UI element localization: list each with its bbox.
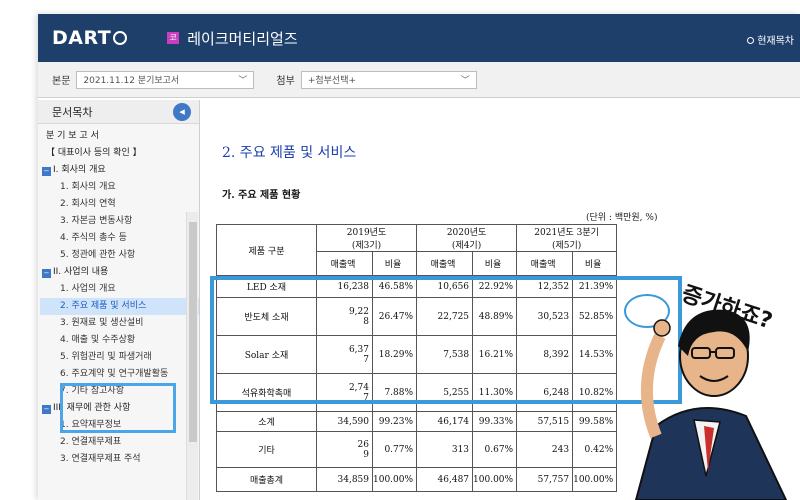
toc-item[interactable]: 1. 사업의 개요: [40, 281, 199, 298]
product-name-cell: 매출총계: [216, 467, 317, 492]
current-toc-link[interactable]: 현재목차: [747, 32, 794, 47]
toc-item[interactable]: 2. 주요 제품 및 서비스: [40, 298, 199, 315]
collapse-icon[interactable]: −: [42, 405, 51, 414]
ratio-header: 비율: [472, 251, 518, 276]
dart-logo-icon: [113, 31, 128, 45]
sales-header: 매출액: [316, 251, 373, 276]
section-title: 2. 주요 제품 및 서비스: [222, 145, 357, 161]
sales-cell: 26 9: [316, 431, 373, 468]
main-doc-select[interactable]: 2021.11.12 분기보고서 ﹀: [76, 70, 255, 89]
sales-cell: 46,174: [416, 411, 474, 432]
sales-cell: 57,515: [516, 411, 574, 432]
toc-item[interactable]: 2. 연결재무제표: [40, 434, 199, 451]
unit-note: (단위 : 백만원, %): [586, 213, 658, 223]
product-name-cell: 기타: [216, 431, 317, 468]
ratio-header: 비율: [371, 251, 418, 276]
toc-item[interactable]: 5. 위험관리 및 파생거래: [40, 349, 199, 366]
sales-cell: 34,590: [316, 411, 373, 432]
sales-cell: 46,487: [416, 467, 474, 492]
attach-label: 첨부: [276, 76, 295, 87]
chevron-down-icon: ﹀: [238, 76, 248, 86]
company-badge-icon: 코: [167, 32, 180, 44]
col-product-header: 제품 구분: [216, 224, 317, 276]
subsection-title: 가. 주요 제품 현황: [222, 190, 301, 201]
ratio-cell: 0.67%: [472, 431, 518, 468]
collapse-icon[interactable]: −: [42, 167, 51, 176]
sales-cell: 57,757: [516, 467, 574, 492]
collapse-sidebar-button[interactable]: ◂: [173, 102, 191, 121]
ratio-header: 비율: [572, 251, 618, 276]
period-header: 2020년도 (제4기): [416, 224, 518, 252]
period-header: 2019년도 (제3기): [315, 224, 418, 252]
sales-header: 매출액: [516, 251, 574, 276]
sales-cell: 313: [416, 431, 474, 468]
toc-item[interactable]: 4. 주식의 총수 등: [40, 230, 199, 247]
company-name: 레이크머티리얼즈: [187, 29, 298, 48]
toolbar: 본문 2021.11.12 분기보고서 ﹀ 첨부 +첨부선택+ ﹀: [38, 62, 800, 98]
toc-item[interactable]: − I. 회사의 개요: [40, 162, 199, 179]
collapse-icon[interactable]: −: [42, 269, 51, 278]
toc-item[interactable]: 3. 원재료 및 생산설비: [40, 315, 199, 332]
toc-item[interactable]: 3. 연결재무제표 주석: [40, 451, 199, 468]
toc-item[interactable]: 3. 자본금 변동사항: [40, 213, 199, 230]
toc-item[interactable]: 1. 회사의 개요: [40, 179, 199, 196]
toc-sidebar: 문서목차 ◂ 분 기 보 고 서 【 대표이사 등의 확인 】 − I. 회사의 개요…: [38, 100, 200, 500]
scrollbar-thumb[interactable]: [189, 222, 197, 442]
header-bar: DART 코 레이크머티리얼즈 현재목차: [38, 14, 800, 62]
toc-item[interactable]: 6. 주요계약 및 연구개발활동: [40, 366, 199, 383]
ratio-cell: 0.77%: [371, 431, 418, 468]
ratio-cell: 99.23%: [371, 411, 418, 432]
ratio-cell: 100.00%: [371, 467, 418, 492]
sales-header: 매출액: [416, 251, 474, 276]
toc-header: 문서목차 ◂: [38, 100, 199, 124]
toc-item[interactable]: 분 기 보 고 서: [40, 128, 199, 145]
toc-item[interactable]: 5. 정관에 관한 사항: [40, 247, 199, 264]
highlight-box: [60, 383, 176, 433]
toc-item[interactable]: 【 대표이사 등의 확인 】: [40, 145, 199, 162]
main-doc-label: 본문: [52, 76, 71, 87]
chevron-down-icon: ﹀: [460, 76, 470, 86]
product-name-cell: 소계: [216, 411, 317, 432]
sales-cell: 34,859: [316, 467, 373, 492]
toc-item[interactable]: 4. 매출 및 수주상황: [40, 332, 199, 349]
radio-icon: [747, 37, 755, 44]
table-row: 매출총계 34,859 100.00% 46,487 100.00% 57,757 100.…: [216, 467, 618, 492]
toc-item[interactable]: 2. 회사의 연혁: [40, 196, 199, 213]
sidebar-scrollbar[interactable]: [186, 212, 198, 500]
period-header: 2021년도 3분기 (제5기): [516, 224, 618, 252]
toc-item[interactable]: − II. 사업의 내용: [40, 264, 199, 281]
attach-select[interactable]: +첨부선택+ ﹀: [300, 70, 477, 89]
sales-cell: 243: [516, 431, 574, 468]
ratio-cell: 100.00%: [472, 467, 518, 492]
table-row: 소계 34,590 99.23% 46,174 99.33% 57,515 99.58%: [216, 411, 618, 432]
dart-logo[interactable]: DART: [52, 27, 128, 49]
table-row: 기타 26 9 0.77% 313 0.67% 243 0.42%: [216, 431, 618, 468]
ratio-cell: 99.33%: [472, 411, 518, 432]
